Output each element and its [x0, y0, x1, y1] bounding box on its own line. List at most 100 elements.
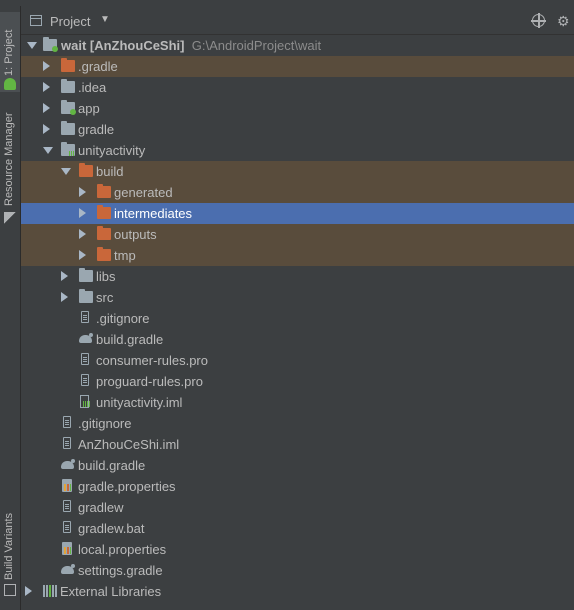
settings-gear-icon[interactable]: ⚙ [557, 13, 570, 30]
tree-row-gitignore-root[interactable]: .gitignore [21, 413, 574, 434]
tree-row-idea[interactable]: .idea [21, 77, 574, 98]
gradle-elephant-icon [61, 564, 75, 576]
tree-row-label: local.properties [78, 542, 167, 557]
locate-file-icon[interactable] [531, 13, 546, 28]
properties-file-icon [61, 479, 75, 492]
excluded-folder-icon [97, 226, 111, 240]
tree-row-gradle[interactable]: gradle [21, 119, 574, 140]
build-variants-icon [4, 584, 16, 596]
tree-row-build-gradle-module[interactable]: build.gradle [21, 329, 574, 350]
tree-row-intermediates[interactable]: intermediates [21, 203, 574, 224]
tree-row-build-gradle-root[interactable]: build.gradle [21, 455, 574, 476]
tree-row-label: AnZhouCeShi.iml [78, 437, 180, 452]
tree-row-app[interactable]: app [21, 98, 574, 119]
collapsed-arrow-icon[interactable] [79, 250, 86, 260]
excluded-folder-icon [61, 58, 75, 72]
gradle-elephant-icon [79, 333, 93, 345]
tree-row-unityactivity[interactable]: unityactivity [21, 140, 574, 161]
iml-file-icon [61, 437, 75, 450]
tree-row-src[interactable]: src [21, 287, 574, 308]
tree-row-root[interactable]: wait [AnZhouCeShi] G:\AndroidProject\wai… [21, 35, 574, 56]
tree-row-label: .gitignore [78, 416, 132, 431]
collapsed-arrow-icon[interactable] [43, 103, 50, 113]
external-libraries-icon [43, 585, 57, 597]
tree-row-tmp[interactable]: tmp [21, 245, 574, 266]
properties-file-icon [61, 542, 75, 555]
collapsed-arrow-icon[interactable] [61, 271, 68, 281]
tree-row-label: unityactivity [78, 143, 146, 158]
project-folder-icon [43, 37, 58, 52]
excluded-folder-icon [97, 247, 111, 261]
collapsed-arrow-icon[interactable] [79, 208, 86, 218]
project-panel-header: Project ▼ ⚙ [21, 6, 574, 35]
resource-manager-tab-label: Resource Manager [3, 112, 15, 206]
tree-row-label: build [96, 164, 124, 179]
tree-row-label: gradlew [78, 500, 124, 515]
excluded-folder-icon [97, 205, 111, 219]
tree-row-outputs[interactable]: outputs [21, 224, 574, 245]
gradle-elephant-icon [61, 459, 75, 471]
android-icon [4, 78, 16, 90]
build-variants-tool-tab[interactable]: Build Variants [0, 504, 20, 604]
tree-row-label: intermediates [114, 206, 193, 221]
tree-row-dot-gradle[interactable]: .gradle [21, 56, 574, 77]
folder-icon [61, 121, 75, 135]
tree-row-label: unityactivity.iml [96, 395, 183, 410]
tree-row-label: generated [114, 185, 173, 200]
tree-row-proguard-rules[interactable]: proguard-rules.pro [21, 371, 574, 392]
text-file-icon [79, 353, 93, 366]
resource-manager-tool-tab[interactable]: Resource Manager [0, 106, 20, 232]
tree-row-libs[interactable]: libs [21, 266, 574, 287]
tree-row-consumer-rules[interactable]: consumer-rules.pro [21, 350, 574, 371]
expanded-arrow-icon[interactable] [43, 147, 53, 154]
tree-row-label: tmp [114, 248, 136, 263]
text-file-icon [61, 500, 75, 513]
collapsed-arrow-icon[interactable] [43, 61, 50, 71]
build-variants-tab-label: Build Variants [3, 512, 15, 580]
text-file-icon [79, 311, 93, 324]
collapsed-arrow-icon[interactable] [25, 586, 32, 596]
tree-row-project-iml[interactable]: AnZhouCeShi.iml [21, 434, 574, 455]
tree-row-label: libs [96, 269, 116, 284]
tree-row-unityactivity-iml[interactable]: unityactivity.iml [21, 392, 574, 413]
tree-row-gitignore-module[interactable]: .gitignore [21, 308, 574, 329]
project-tab-label: 1: Project [3, 29, 15, 76]
project-view-icon [30, 15, 42, 26]
project-path: G:\AndroidProject\wait [191, 38, 322, 53]
view-dropdown-chevron-icon[interactable]: ▼ [100, 14, 110, 25]
tree-row-label: .idea [78, 80, 107, 95]
tree-row-settings-gradle[interactable]: settings.gradle [21, 560, 574, 581]
tree-row-gradle-properties[interactable]: gradle.properties [21, 476, 574, 497]
folder-icon [79, 268, 93, 282]
project-panel: Project ▼ ⚙ wait [AnZhouCeShi] G:\Androi… [21, 6, 574, 610]
project-tree: wait [AnZhouCeShi] G:\AndroidProject\wai… [21, 35, 574, 602]
tree-row-label: src [96, 290, 114, 305]
tree-row-label: build.gradle [78, 458, 146, 473]
tree-row-generated[interactable]: generated [21, 182, 574, 203]
tree-row-label: proguard-rules.pro [96, 374, 203, 389]
tree-row-label: consumer-rules.pro [96, 353, 208, 368]
expanded-arrow-icon[interactable] [61, 168, 71, 175]
text-file-icon [61, 416, 75, 429]
collapsed-arrow-icon[interactable] [61, 292, 68, 302]
tree-row-label: External Libraries [60, 584, 162, 599]
project-tool-tab[interactable]: 1: Project [0, 12, 20, 92]
excluded-folder-icon [97, 184, 111, 198]
expanded-arrow-icon[interactable] [27, 42, 37, 49]
tree-row-external-libraries[interactable]: External Libraries [21, 581, 574, 602]
collapsed-arrow-icon[interactable] [79, 187, 86, 197]
text-file-icon [79, 374, 93, 387]
tree-row-gradlew[interactable]: gradlew [21, 497, 574, 518]
collapsed-arrow-icon[interactable] [43, 82, 50, 92]
tree-row-gradlew-bat[interactable]: gradlew.bat [21, 518, 574, 539]
resource-manager-icon [4, 212, 16, 224]
tree-row-local-properties[interactable]: local.properties [21, 539, 574, 560]
folder-icon [61, 79, 75, 93]
tree-row-label: app [78, 101, 100, 116]
collapsed-arrow-icon[interactable] [43, 124, 50, 134]
tool-window-bar: 1: Project Resource Manager Build Varian… [0, 6, 21, 610]
tree-row-label: .gitignore [96, 311, 150, 326]
tree-row-build[interactable]: build [21, 161, 574, 182]
project-view-title[interactable]: Project [50, 14, 90, 29]
collapsed-arrow-icon[interactable] [79, 229, 86, 239]
